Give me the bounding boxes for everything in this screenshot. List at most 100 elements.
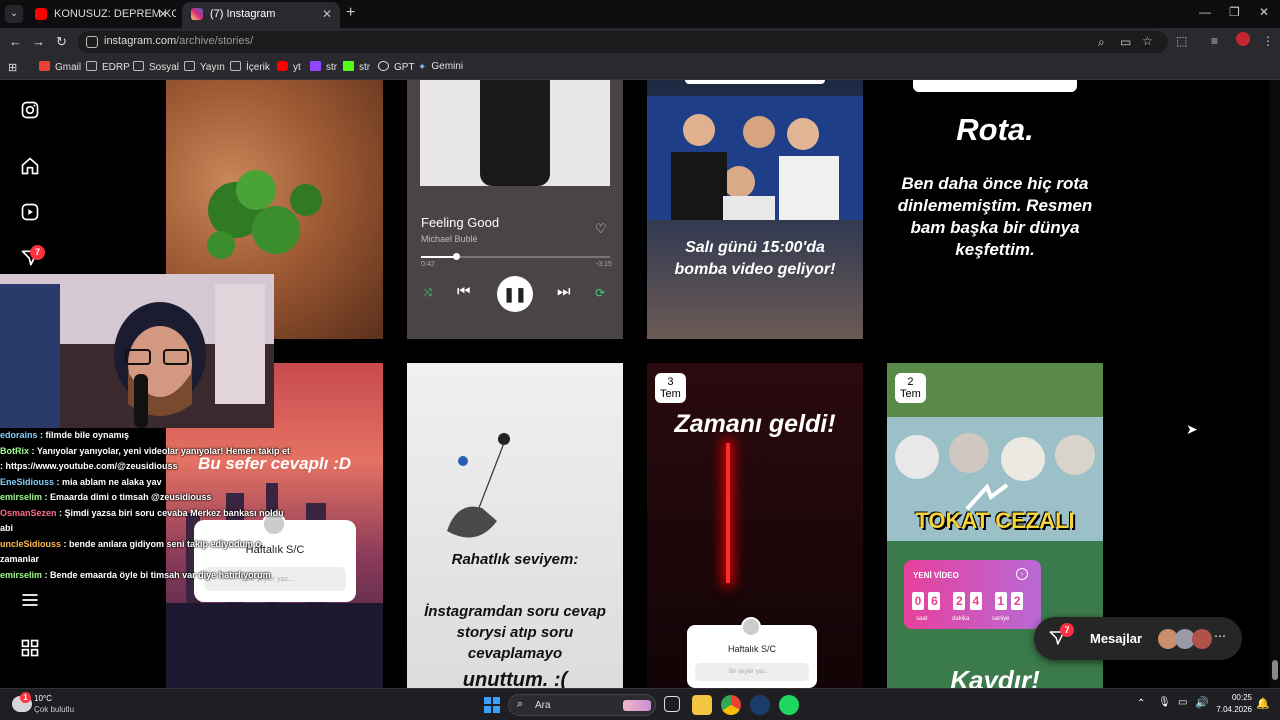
chatgpt-icon bbox=[378, 61, 389, 71]
file-explorer-icon[interactable] bbox=[692, 695, 712, 715]
bookmark-icerik[interactable]: İçerik bbox=[230, 61, 270, 73]
lamp-line2: İnstagramdan soru cevap storysi atıp sor… bbox=[424, 603, 606, 662]
avatar bbox=[1192, 629, 1212, 649]
address-bar[interactable]: instagram.com/archive/stories/ ⌕ ▭ ☆ bbox=[78, 31, 1168, 53]
chat-message: OsmanSezen : Şimdi yazsa biri soru cevab… bbox=[0, 507, 284, 534]
tab-youtube[interactable]: KONUSUZ: DEPREM KORKUM, İ ✕ bbox=[26, 2, 176, 28]
instagram-logo-icon[interactable] bbox=[20, 100, 40, 120]
story-announcement[interactable]: Salı günü 15:00'da bomba video geliyor! bbox=[647, 80, 863, 339]
question-title: Haftalık S/C bbox=[727, 644, 776, 654]
apps-icon[interactable]: ⊞ bbox=[8, 61, 17, 74]
bookmark-yt[interactable]: yt bbox=[277, 61, 301, 73]
bookmark-str-twitch[interactable]: str bbox=[310, 61, 337, 73]
streamer-webcam bbox=[0, 274, 274, 428]
repeat-icon[interactable]: ⟳ bbox=[595, 286, 605, 300]
avatar bbox=[741, 617, 761, 637]
close-tab-icon[interactable]: ✕ bbox=[322, 2, 332, 26]
question-sticker[interactable]: Haftalık S/C Bir şeyler yaz... bbox=[687, 617, 817, 688]
tokat-banner: TOKAT CEZALI bbox=[915, 508, 1075, 533]
mouse-cursor-icon: ➤ bbox=[1186, 421, 1198, 437]
browser-toolbar: ← → ↻ instagram.com/archive/stories/ ⌕ ▭… bbox=[0, 28, 1280, 56]
bookmark-yayin[interactable]: Yayın bbox=[184, 61, 225, 73]
bookmark-edrp[interactable]: EDRP bbox=[86, 61, 130, 73]
notification-bell-icon[interactable]: 🔔 bbox=[1256, 697, 1270, 710]
bookmark-gmail[interactable]: Gmail bbox=[39, 61, 81, 73]
volume-icon[interactable]: 🔊 bbox=[1195, 696, 1209, 709]
new-tab-button[interactable]: + bbox=[346, 4, 355, 22]
bookmark-sosyal[interactable]: Sosyal bbox=[133, 61, 179, 73]
story-rota[interactable]: Rota. Ben daha önce hiç rota dinlememişt… bbox=[887, 80, 1103, 339]
chrome-icon[interactable] bbox=[721, 695, 741, 715]
microphone-icon[interactable]: 🎙 bbox=[1158, 697, 1171, 708]
spotify-icon[interactable] bbox=[779, 695, 799, 715]
home-icon[interactable] bbox=[20, 156, 40, 176]
tab-title: (7) Instagram bbox=[210, 8, 276, 20]
announcement-text: Salı günü 15:00'da bomba video geliyor! bbox=[674, 239, 836, 278]
minimize-button[interactable]: — bbox=[1199, 5, 1211, 19]
bookmark-gpt[interactable]: GPT bbox=[378, 61, 415, 73]
restore-button[interactable]: ❐ bbox=[1229, 5, 1240, 19]
browser-tab-strip: ⌄ KONUSUZ: DEPREM KORKUM, İ ✕ (7) Instag… bbox=[0, 0, 1280, 28]
task-view-icon[interactable] bbox=[664, 696, 680, 712]
lamp-line1: Rahatlık seviyem: bbox=[451, 551, 579, 568]
steam-icon[interactable] bbox=[750, 695, 770, 715]
bookmark-gemini[interactable]: ✦ Gemini bbox=[418, 61, 463, 73]
artist-silhouette-image bbox=[480, 80, 550, 186]
show-hidden-icons-icon[interactable]: ⌃ bbox=[1137, 698, 1145, 709]
close-window-button[interactable]: ✕ bbox=[1259, 5, 1269, 19]
reload-button[interactable]: ↻ bbox=[56, 34, 67, 50]
sticker-edge bbox=[913, 80, 1077, 92]
back-button[interactable]: ← bbox=[9, 34, 22, 49]
folder-icon bbox=[86, 61, 97, 71]
shuffle-icon[interactable]: ⤨ bbox=[423, 287, 432, 300]
windows-start-icon[interactable] bbox=[484, 697, 500, 713]
profile-avatar[interactable] bbox=[1236, 32, 1250, 46]
bookmark-str-kick[interactable]: str bbox=[343, 61, 370, 73]
story-zaman[interactable]: 3 Tem Zamanı geldi! Haftalık S/C Bir şeyl… bbox=[647, 363, 863, 688]
messages-badge: 7 bbox=[1060, 623, 1074, 637]
menu-icon[interactable] bbox=[20, 590, 40, 610]
next-icon[interactable]: ⏭ bbox=[557, 283, 571, 300]
chrome-menu-icon[interactable]: ⋮ bbox=[1262, 34, 1274, 48]
network-icon[interactable]: ▭ bbox=[1178, 697, 1187, 708]
weather-temp: 10°C bbox=[34, 694, 52, 703]
taskbar-search[interactable]: ⌕ Ara bbox=[508, 694, 656, 716]
close-tab-icon[interactable]: ✕ bbox=[158, 2, 168, 26]
reels-icon[interactable] bbox=[20, 202, 40, 222]
tab-instagram[interactable]: (7) Instagram ✕ bbox=[182, 2, 340, 28]
story-date-badge: 3 Tem bbox=[655, 373, 686, 403]
previous-icon[interactable]: ⏮ bbox=[457, 283, 471, 300]
gmail-icon bbox=[39, 61, 50, 71]
youtube-icon bbox=[35, 8, 47, 20]
story-music-player[interactable]: Feeling Good Michael Bublé ♡ 0:42 -3:15 … bbox=[407, 80, 623, 339]
group-photo-image bbox=[647, 96, 863, 220]
zoom-icon[interactable]: ⌕ bbox=[1098, 35, 1105, 50]
progress-track[interactable] bbox=[421, 253, 610, 260]
like-heart-icon[interactable]: ♡ bbox=[595, 221, 607, 237]
scrollbar-thumb[interactable] bbox=[1272, 660, 1278, 680]
remaining-time: -3:15 bbox=[596, 261, 612, 268]
page-scrollbar[interactable] bbox=[1270, 80, 1280, 688]
site-info-icon[interactable] bbox=[86, 36, 98, 48]
chevron-right-icon[interactable]: › bbox=[1016, 568, 1028, 580]
cast-icon[interactable]: ▭ bbox=[1120, 35, 1131, 49]
pause-button[interactable]: ❚❚ bbox=[497, 276, 533, 312]
countdown-sticker[interactable]: YENİ VİDEO › 0 6 2 4 1 2 saat dakika san… bbox=[904, 560, 1041, 629]
lamp-line3: unuttum. :( bbox=[462, 669, 568, 688]
weather-badge: 1 bbox=[20, 692, 31, 703]
clock-time[interactable]: 00:25 bbox=[1222, 693, 1252, 702]
more-icon[interactable] bbox=[20, 638, 40, 658]
twitch-icon bbox=[310, 61, 321, 71]
tab-search-button[interactable]: ⌄ bbox=[5, 5, 23, 23]
story-lamp[interactable]: Rahatlık seviyem: İnstagramdan soru ceva… bbox=[407, 363, 623, 688]
tab-groups-icon[interactable]: ≡ bbox=[1211, 34, 1218, 48]
clock-date[interactable]: 7.04.2026 bbox=[1212, 705, 1252, 714]
extensions-icon[interactable]: ⬚ bbox=[1176, 34, 1187, 48]
search-icon: ⌕ bbox=[517, 698, 524, 710]
question-input[interactable]: Bir şeyler yaz... bbox=[695, 663, 809, 681]
countdown-digits: 0 6 2 4 1 2 bbox=[912, 592, 1024, 610]
messages-button[interactable]: 7 Mesajlar ⋯ bbox=[1034, 617, 1242, 660]
forward-button[interactable]: → bbox=[32, 34, 45, 49]
bookmark-star-icon[interactable]: ☆ bbox=[1142, 34, 1153, 48]
folder-icon bbox=[230, 61, 241, 71]
